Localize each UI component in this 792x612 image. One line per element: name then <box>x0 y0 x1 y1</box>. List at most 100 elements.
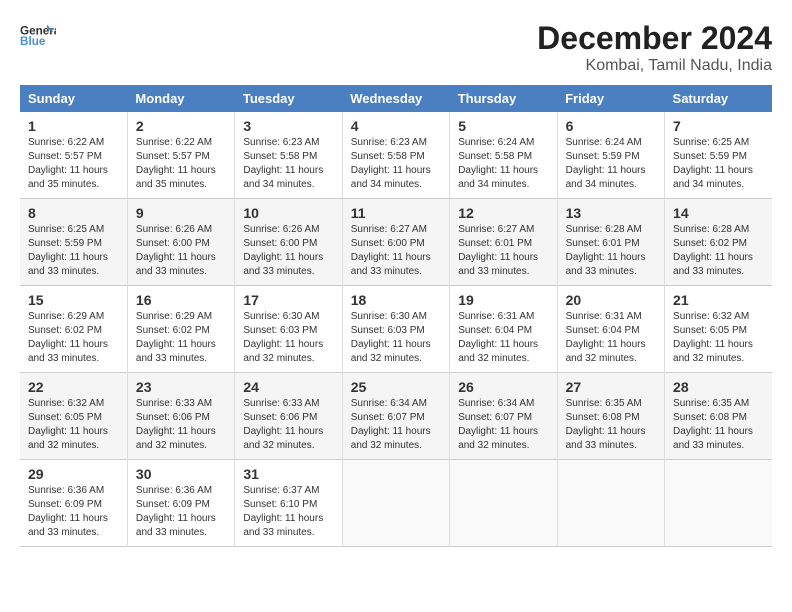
day-number: 21 <box>673 292 764 308</box>
day-info: Sunrise: 6:30 AMSunset: 6:03 PMDaylight:… <box>351 311 431 364</box>
calendar-header-row: SundayMondayTuesdayWednesdayThursdayFrid… <box>20 85 772 112</box>
day-info: Sunrise: 6:26 AMSunset: 6:00 PMDaylight:… <box>243 224 323 277</box>
col-header-friday: Friday <box>557 85 664 112</box>
day-info: Sunrise: 6:28 AMSunset: 6:01 PMDaylight:… <box>566 224 646 277</box>
day-info: Sunrise: 6:25 AMSunset: 5:59 PMDaylight:… <box>28 224 108 277</box>
day-info: Sunrise: 6:24 AMSunset: 5:59 PMDaylight:… <box>566 137 646 190</box>
day-info: Sunrise: 6:23 AMSunset: 5:58 PMDaylight:… <box>243 137 323 190</box>
day-cell-5: 5 Sunrise: 6:24 AMSunset: 5:58 PMDayligh… <box>450 112 557 199</box>
day-number: 6 <box>566 118 656 134</box>
day-number: 28 <box>673 379 764 395</box>
calendar-week-3: 15 Sunrise: 6:29 AMSunset: 6:02 PMDaylig… <box>20 286 772 373</box>
day-number: 30 <box>136 466 226 482</box>
day-cell-17: 17 Sunrise: 6:30 AMSunset: 6:03 PMDaylig… <box>235 286 342 373</box>
day-number: 11 <box>351 205 441 221</box>
day-info: Sunrise: 6:36 AMSunset: 6:09 PMDaylight:… <box>136 485 216 538</box>
day-cell-8: 8 Sunrise: 6:25 AMSunset: 5:59 PMDayligh… <box>20 199 127 286</box>
day-cell-24: 24 Sunrise: 6:33 AMSunset: 6:06 PMDaylig… <box>235 373 342 460</box>
day-cell-27: 27 Sunrise: 6:35 AMSunset: 6:08 PMDaylig… <box>557 373 664 460</box>
day-number: 1 <box>28 118 119 134</box>
day-number: 24 <box>243 379 333 395</box>
day-cell-28: 28 Sunrise: 6:35 AMSunset: 6:08 PMDaylig… <box>665 373 772 460</box>
day-number: 25 <box>351 379 441 395</box>
day-info: Sunrise: 6:31 AMSunset: 6:04 PMDaylight:… <box>566 311 646 364</box>
day-number: 20 <box>566 292 656 308</box>
day-cell-31: 31 Sunrise: 6:37 AMSunset: 6:10 PMDaylig… <box>235 460 342 547</box>
calendar-week-2: 8 Sunrise: 6:25 AMSunset: 5:59 PMDayligh… <box>20 199 772 286</box>
day-info: Sunrise: 6:37 AMSunset: 6:10 PMDaylight:… <box>243 485 323 538</box>
empty-cell <box>557 460 664 547</box>
col-header-tuesday: Tuesday <box>235 85 342 112</box>
empty-cell <box>665 460 772 547</box>
day-number: 13 <box>566 205 656 221</box>
logo: General Blue <box>20 20 56 56</box>
day-info: Sunrise: 6:33 AMSunset: 6:06 PMDaylight:… <box>243 398 323 451</box>
day-info: Sunrise: 6:32 AMSunset: 6:05 PMDaylight:… <box>28 398 108 451</box>
calendar-week-5: 29 Sunrise: 6:36 AMSunset: 6:09 PMDaylig… <box>20 460 772 547</box>
col-header-wednesday: Wednesday <box>342 85 449 112</box>
day-cell-4: 4 Sunrise: 6:23 AMSunset: 5:58 PMDayligh… <box>342 112 449 199</box>
day-cell-29: 29 Sunrise: 6:36 AMSunset: 6:09 PMDaylig… <box>20 460 127 547</box>
day-info: Sunrise: 6:26 AMSunset: 6:00 PMDaylight:… <box>136 224 216 277</box>
day-info: Sunrise: 6:29 AMSunset: 6:02 PMDaylight:… <box>28 311 108 364</box>
col-header-sunday: Sunday <box>20 85 127 112</box>
col-header-saturday: Saturday <box>665 85 772 112</box>
day-cell-23: 23 Sunrise: 6:33 AMSunset: 6:06 PMDaylig… <box>127 373 234 460</box>
day-info: Sunrise: 6:33 AMSunset: 6:06 PMDaylight:… <box>136 398 216 451</box>
day-number: 3 <box>243 118 333 134</box>
day-info: Sunrise: 6:31 AMSunset: 6:04 PMDaylight:… <box>458 311 538 364</box>
day-info: Sunrise: 6:25 AMSunset: 5:59 PMDaylight:… <box>673 137 753 190</box>
day-number: 10 <box>243 205 333 221</box>
header: General Blue December 2024 Kombai, Tamil… <box>20 20 772 75</box>
day-number: 15 <box>28 292 119 308</box>
main-title: December 2024 <box>537 20 772 57</box>
day-cell-16: 16 Sunrise: 6:29 AMSunset: 6:02 PMDaylig… <box>127 286 234 373</box>
day-info: Sunrise: 6:27 AMSunset: 6:00 PMDaylight:… <box>351 224 431 277</box>
day-cell-18: 18 Sunrise: 6:30 AMSunset: 6:03 PMDaylig… <box>342 286 449 373</box>
day-number: 9 <box>136 205 226 221</box>
logo-icon: General Blue <box>20 20 56 56</box>
day-number: 7 <box>673 118 764 134</box>
day-number: 23 <box>136 379 226 395</box>
day-info: Sunrise: 6:24 AMSunset: 5:58 PMDaylight:… <box>458 137 538 190</box>
day-cell-30: 30 Sunrise: 6:36 AMSunset: 6:09 PMDaylig… <box>127 460 234 547</box>
day-number: 27 <box>566 379 656 395</box>
subtitle: Kombai, Tamil Nadu, India <box>537 57 772 75</box>
empty-cell <box>450 460 557 547</box>
day-number: 26 <box>458 379 548 395</box>
day-cell-9: 9 Sunrise: 6:26 AMSunset: 6:00 PMDayligh… <box>127 199 234 286</box>
day-cell-14: 14 Sunrise: 6:28 AMSunset: 6:02 PMDaylig… <box>665 199 772 286</box>
day-cell-12: 12 Sunrise: 6:27 AMSunset: 6:01 PMDaylig… <box>450 199 557 286</box>
day-info: Sunrise: 6:30 AMSunset: 6:03 PMDaylight:… <box>243 311 323 364</box>
day-cell-20: 20 Sunrise: 6:31 AMSunset: 6:04 PMDaylig… <box>557 286 664 373</box>
day-number: 31 <box>243 466 333 482</box>
empty-cell <box>342 460 449 547</box>
calendar-table: SundayMondayTuesdayWednesdayThursdayFrid… <box>20 85 772 547</box>
day-info: Sunrise: 6:27 AMSunset: 6:01 PMDaylight:… <box>458 224 538 277</box>
day-cell-7: 7 Sunrise: 6:25 AMSunset: 5:59 PMDayligh… <box>665 112 772 199</box>
day-number: 29 <box>28 466 119 482</box>
day-number: 19 <box>458 292 548 308</box>
day-cell-21: 21 Sunrise: 6:32 AMSunset: 6:05 PMDaylig… <box>665 286 772 373</box>
col-header-thursday: Thursday <box>450 85 557 112</box>
day-cell-3: 3 Sunrise: 6:23 AMSunset: 5:58 PMDayligh… <box>235 112 342 199</box>
calendar-week-1: 1 Sunrise: 6:22 AMSunset: 5:57 PMDayligh… <box>20 112 772 199</box>
day-cell-26: 26 Sunrise: 6:34 AMSunset: 6:07 PMDaylig… <box>450 373 557 460</box>
day-info: Sunrise: 6:36 AMSunset: 6:09 PMDaylight:… <box>28 485 108 538</box>
day-info: Sunrise: 6:34 AMSunset: 6:07 PMDaylight:… <box>458 398 538 451</box>
day-number: 18 <box>351 292 441 308</box>
title-block: December 2024 Kombai, Tamil Nadu, India <box>537 20 772 75</box>
day-number: 12 <box>458 205 548 221</box>
day-info: Sunrise: 6:35 AMSunset: 6:08 PMDaylight:… <box>673 398 753 451</box>
day-cell-25: 25 Sunrise: 6:34 AMSunset: 6:07 PMDaylig… <box>342 373 449 460</box>
day-number: 22 <box>28 379 119 395</box>
day-info: Sunrise: 6:35 AMSunset: 6:08 PMDaylight:… <box>566 398 646 451</box>
day-info: Sunrise: 6:22 AMSunset: 5:57 PMDaylight:… <box>136 137 216 190</box>
day-info: Sunrise: 6:32 AMSunset: 6:05 PMDaylight:… <box>673 311 753 364</box>
day-number: 2 <box>136 118 226 134</box>
svg-text:Blue: Blue <box>20 35 46 48</box>
day-cell-15: 15 Sunrise: 6:29 AMSunset: 6:02 PMDaylig… <box>20 286 127 373</box>
day-info: Sunrise: 6:22 AMSunset: 5:57 PMDaylight:… <box>28 137 108 190</box>
day-number: 5 <box>458 118 548 134</box>
day-cell-10: 10 Sunrise: 6:26 AMSunset: 6:00 PMDaylig… <box>235 199 342 286</box>
